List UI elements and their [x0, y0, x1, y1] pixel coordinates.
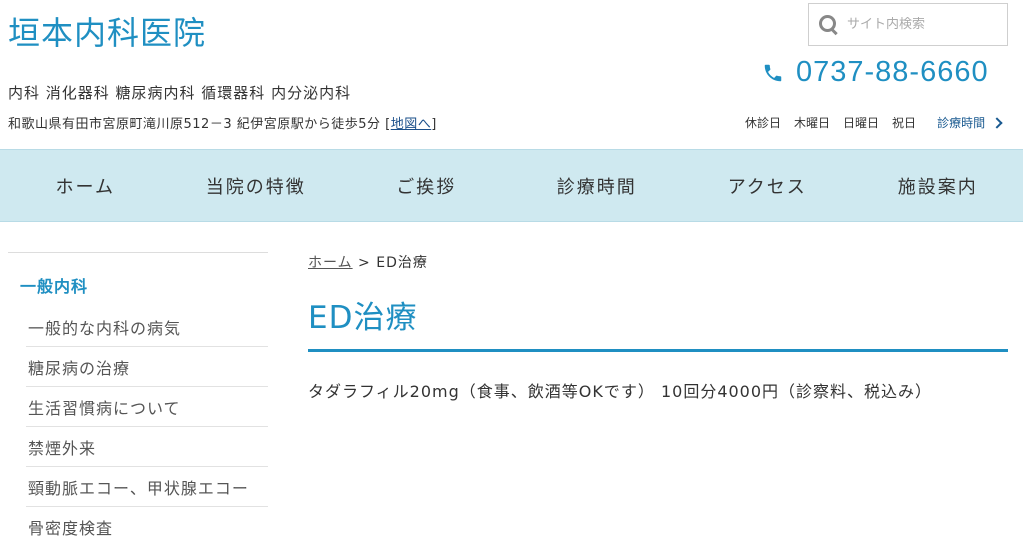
site-title[interactable]: 垣本内科医院: [8, 8, 206, 54]
sidebar-list: 一般的な内科の病気 糖尿病の治療 生活習慣病について 禁煙外来 頸動脈エコー、甲…: [26, 307, 268, 547]
site-header: 垣本内科医院 内科 消化器科 糖尿病内科 循環器科 内分泌内科 和歌山県有田市宮…: [0, 0, 1023, 149]
map-link-bracket-close: ]: [431, 117, 437, 132]
phone-icon: [764, 64, 782, 81]
sidebar-item-diabetes[interactable]: 糖尿病の治療: [26, 347, 268, 387]
phone-block[interactable]: 0737-88-6660: [762, 56, 989, 89]
main-content: ホーム > ED治療 ED治療 タダラフィル20mg（食事、飲酒等OKです） 1…: [308, 252, 1008, 402]
chevron-right-icon: [991, 116, 1003, 129]
nav-item-hours[interactable]: 診療時間: [512, 150, 683, 221]
sidebar-heading[interactable]: 一般内科: [8, 253, 268, 307]
breadcrumb-separator: >: [358, 255, 371, 271]
closed-days: 休診日 木曜日 日曜日 祝日 診療時間: [745, 114, 1003, 131]
sidebar-item-bone-density[interactable]: 骨密度検査: [26, 507, 268, 547]
hours-link[interactable]: 診療時間: [937, 114, 1003, 131]
sidebar-item-echo[interactable]: 頸動脈エコー、甲状腺エコー: [26, 467, 268, 507]
closed-day: 木曜日: [794, 116, 831, 130]
nav-item-features[interactable]: 当院の特徴: [171, 150, 342, 221]
search-icon[interactable]: [819, 14, 839, 35]
closed-day: 日曜日: [843, 116, 880, 130]
sidebar-item-general-diseases[interactable]: 一般的な内科の病気: [26, 307, 268, 347]
global-nav: ホーム 当院の特徴 ご挨拶 診療時間 アクセス 施設案内: [0, 149, 1023, 222]
address-text: 和歌山県有田市宮原町滝川原512－3 紀伊宮原駅から徒歩5分: [8, 117, 381, 132]
hours-link-label: 診療時間: [937, 116, 986, 130]
closed-day: 祝日: [892, 116, 917, 130]
nav-item-home[interactable]: ホーム: [0, 150, 171, 221]
nav-item-access[interactable]: アクセス: [682, 150, 853, 221]
search-box[interactable]: [808, 3, 1008, 46]
closed-label: 休診日: [745, 116, 782, 130]
breadcrumb-current: ED治療: [376, 255, 428, 271]
phone-number[interactable]: 0737-88-6660: [796, 56, 989, 89]
address-line: 和歌山県有田市宮原町滝川原512－3 紀伊宮原駅から徒歩5分 [地図へ]: [8, 113, 437, 132]
sidebar: 一般内科 一般的な内科の病気 糖尿病の治療 生活習慣病について 禁煙外来 頸動脈…: [8, 252, 268, 547]
sidebar-item-lifestyle[interactable]: 生活習慣病について: [26, 387, 268, 427]
map-link[interactable]: 地図へ: [391, 117, 432, 132]
search-input[interactable]: [847, 17, 997, 32]
content-text: タダラフィル20mg（食事、飲酒等OKです） 10回分4000円（診察料、税込み…: [308, 382, 933, 401]
sidebar-item-smoking[interactable]: 禁煙外来: [26, 427, 268, 467]
nav-item-greeting[interactable]: ご挨拶: [341, 150, 512, 221]
nav-item-facility[interactable]: 施設案内: [853, 150, 1023, 221]
breadcrumb: ホーム > ED治療: [308, 252, 1008, 272]
breadcrumb-home[interactable]: ホーム: [308, 255, 353, 271]
departments: 内科 消化器科 糖尿病内科 循環器科 内分泌内科: [8, 84, 352, 102]
page-title: ED治療: [308, 292, 1008, 352]
